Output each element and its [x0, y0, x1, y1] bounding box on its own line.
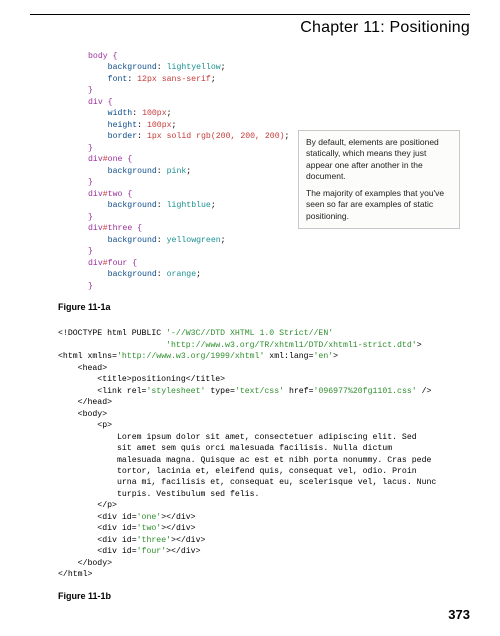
t: <link rel=: [58, 387, 146, 396]
sel: div: [88, 155, 103, 164]
t: ></div>: [171, 536, 205, 545]
page-number: 373: [448, 607, 470, 622]
t: <div id=: [58, 524, 137, 533]
str: 'two': [137, 524, 162, 533]
brace: }: [88, 213, 93, 222]
t: Lorem ipsum dolor sit amet, consectetuer…: [58, 433, 417, 442]
sel-div: div {: [88, 98, 113, 107]
str: 'one': [137, 513, 162, 522]
sel: four {: [108, 259, 137, 268]
t: malesuada magna. Quisque ac est et nibh …: [58, 456, 431, 465]
t: >: [333, 352, 338, 361]
sel: two {: [108, 190, 133, 199]
val: pink: [167, 167, 187, 176]
t: <div id=: [58, 513, 137, 522]
t: <div id=: [58, 547, 137, 556]
val: 12px sans-serif: [137, 75, 211, 84]
prop: background: [88, 167, 157, 176]
prop: background: [88, 63, 157, 72]
val: orange: [167, 270, 196, 279]
sel: div: [88, 190, 103, 199]
t: urna mi, facilisis et, consequat eu, sce…: [58, 478, 436, 487]
brace: }: [88, 247, 93, 256]
t: sit amet sem quis orci malesuada facilis…: [58, 444, 392, 453]
t: tortor, lacinia et, eleifend quis, conse…: [58, 467, 417, 476]
str: 'http://www.w3.org/TR/xhtml1/DTD/xhtml1-…: [166, 341, 417, 350]
val: lightyellow: [167, 63, 221, 72]
brace: }: [88, 282, 93, 291]
prop: border: [88, 132, 137, 141]
brace: }: [88, 86, 93, 95]
prop: background: [88, 270, 157, 279]
t: ></div>: [161, 513, 195, 522]
t: <head>: [58, 364, 107, 373]
sel: three {: [108, 224, 142, 233]
t: turpis. Vestibulum sed felis.: [58, 490, 259, 499]
html-code-block: <!DOCTYPE html PUBLIC '-//W3C//DTD XHTML…: [58, 328, 500, 581]
brace: }: [88, 178, 93, 187]
str: 'text/css': [235, 387, 284, 396]
t: <html xmlns=: [58, 352, 117, 361]
t: href=: [284, 387, 313, 396]
figure-11-1a-caption: Figure 11-1a: [58, 302, 500, 312]
val: 1px solid rgb(200, 200, 200): [147, 132, 285, 141]
t: </head>: [58, 398, 112, 407]
t: <p>: [58, 421, 112, 430]
t: type=: [205, 387, 234, 396]
callout-p1: By default, elements are positioned stat…: [306, 137, 452, 183]
callout-box: By default, elements are positioned stat…: [298, 130, 460, 229]
t: />: [417, 387, 432, 396]
prop: width: [88, 109, 132, 118]
sel: div: [88, 259, 103, 268]
str: '096977%20fg1101.css': [314, 387, 417, 396]
brace: }: [88, 144, 93, 153]
val: 100px: [147, 121, 172, 130]
chapter-title: Chapter 11: Positioning: [0, 19, 470, 37]
str: 'http://www.w3.org/1999/xhtml': [117, 352, 264, 361]
val: 100px: [142, 109, 167, 118]
str: 'four': [137, 547, 166, 556]
sel: div: [88, 224, 103, 233]
str: 'stylesheet': [146, 387, 205, 396]
val: lightblue: [167, 201, 211, 210]
val: yellowgreen: [167, 236, 221, 245]
t: xml:lang=: [264, 352, 313, 361]
t: ></div>: [166, 547, 200, 556]
t: </p>: [58, 501, 117, 510]
prop: font: [88, 75, 127, 84]
prop: height: [88, 121, 137, 130]
t: <title>positioning</title>: [58, 375, 225, 384]
str: 'three': [137, 536, 171, 545]
top-rule: [30, 14, 470, 15]
prop: background: [88, 236, 157, 245]
t: </html>: [58, 570, 92, 579]
t: ></div>: [161, 524, 195, 533]
figure-11-1b-caption: Figure 11-1b: [58, 591, 500, 601]
str: '-//W3C//DTD XHTML 1.0 Strict//EN': [166, 329, 333, 338]
callout-p2: The majority of examples that you've see…: [306, 188, 452, 222]
prop: background: [88, 201, 157, 210]
str: 'en': [314, 352, 334, 361]
sel: one {: [108, 155, 133, 164]
t: <div id=: [58, 536, 137, 545]
t: <!DOCTYPE html PUBLIC: [58, 329, 166, 338]
sel-body: body {: [88, 52, 117, 61]
t: <body>: [58, 410, 107, 419]
t: </body>: [58, 559, 112, 568]
